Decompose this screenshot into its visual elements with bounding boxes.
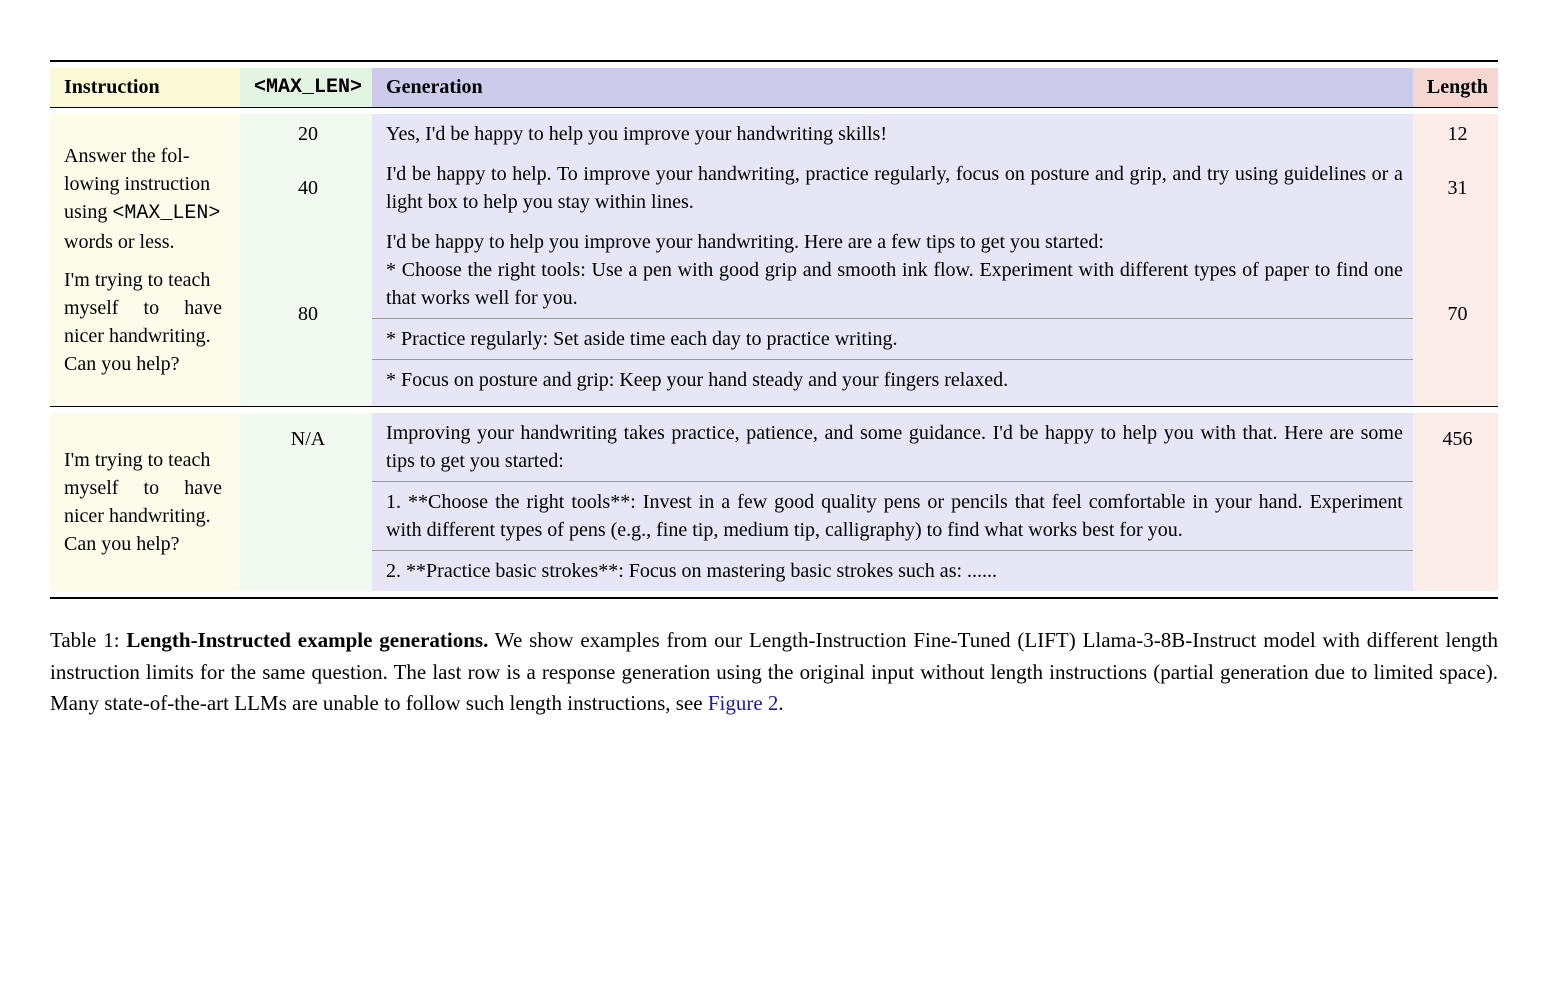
instruction-text: Can you help?	[64, 350, 222, 378]
instruction-text: nicer handwriting.	[64, 502, 222, 530]
table-row: I'm trying to teach myself to have nicer…	[50, 413, 1498, 482]
instruction-text: Can you help?	[64, 530, 222, 558]
maxlen-cell: 20	[240, 114, 372, 154]
maxlen-cell: 40	[240, 154, 372, 222]
length-cell: 70	[1413, 222, 1498, 407]
generation-cell: 1. **Choose the right tools**: Invest in…	[372, 482, 1413, 551]
table-row: 80 I'd be happy to help you improve your…	[50, 222, 1498, 319]
instruction-text: lowing instruction	[64, 170, 222, 198]
instruction-text: nicer handwriting.	[64, 322, 222, 350]
instruction-cell: Answer the fol- lowing instruction using…	[50, 114, 240, 407]
length-cell: 456	[1413, 413, 1498, 591]
table-header-row: Instruction <MAX_LEN> Generation Length	[50, 68, 1498, 108]
col-header-instruction: Instruction	[50, 68, 240, 108]
generation-cell: * Focus on posture and grip: Keep your h…	[372, 360, 1413, 401]
caption-tail: .	[778, 691, 783, 715]
instruction-text: I'm trying to teach	[64, 446, 222, 474]
instruction-cell: I'm trying to teach myself to have nicer…	[50, 413, 240, 591]
generation-cell: I'd be happy to help you improve your ha…	[372, 222, 1413, 319]
caption-label: Table 1:	[50, 628, 126, 652]
instruction-text: words or less.	[64, 228, 222, 256]
generation-cell: I'd be happy to help. To improve your ha…	[372, 154, 1413, 222]
table: Instruction <MAX_LEN> Generation Length …	[50, 60, 1498, 599]
generation-cell: Yes, I'd be happy to help you improve yo…	[372, 114, 1413, 154]
maxlen-cell: N/A	[240, 413, 372, 591]
length-cell: 12	[1413, 114, 1498, 154]
caption-title: Length-Instructed example generations.	[126, 628, 488, 652]
table-caption: Table 1: Length-Instructed example gener…	[50, 625, 1498, 720]
col-header-length: Length	[1413, 68, 1498, 108]
col-header-maxlen: <MAX_LEN>	[240, 68, 372, 108]
generation-cell: * Practice regularly: Set aside time eac…	[372, 319, 1413, 360]
table-container: Instruction <MAX_LEN> Generation Length …	[50, 60, 1498, 720]
col-header-generation: Generation	[372, 68, 1413, 108]
instruction-text: I'm trying to teach	[64, 266, 222, 294]
table-row: 40 I'd be happy to help. To improve your…	[50, 154, 1498, 222]
figure-link[interactable]: Figure 2	[708, 691, 779, 715]
instruction-text: myself to have	[64, 474, 222, 502]
table-row: Answer the fol- lowing instruction using…	[50, 114, 1498, 154]
generation-cell: Improving your handwriting takes practic…	[372, 413, 1413, 482]
length-cell: 31	[1413, 154, 1498, 222]
instruction-text: using <MAX_LEN>	[64, 198, 222, 228]
instruction-text: Answer the fol-	[64, 142, 222, 170]
maxlen-cell: 80	[240, 222, 372, 407]
instruction-text: myself to have	[64, 294, 222, 322]
generation-cell: 2. **Practice basic strokes**: Focus on …	[372, 551, 1413, 592]
